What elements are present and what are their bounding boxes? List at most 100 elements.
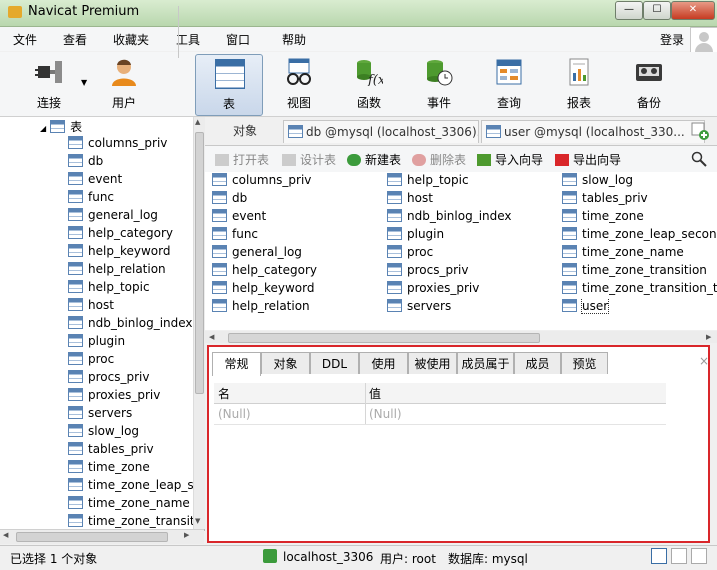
object-item[interactable]: func: [212, 227, 382, 245]
object-item[interactable]: procs_priv: [387, 263, 557, 281]
object-item[interactable]: help_keyword: [212, 281, 382, 299]
list-hscroll-thumb[interactable]: [228, 333, 540, 343]
info-grid-row[interactable]: (Null) (Null): [214, 404, 666, 425]
scroll-down-icon[interactable]: ▼: [195, 517, 200, 525]
scroll-up-icon[interactable]: ▲: [195, 118, 200, 126]
tree-item[interactable]: plugin: [68, 334, 196, 352]
design-table-button[interactable]: 设计表: [282, 151, 336, 168]
tab-db-table[interactable]: db @mysql (localhost_3306)...: [283, 120, 479, 143]
new-tab-icon[interactable]: [691, 122, 709, 140]
tab-objects[interactable]: 对象: [233, 120, 257, 142]
tree-item[interactable]: columns_priv: [68, 136, 196, 154]
info-tab-preview[interactable]: 预览: [561, 352, 608, 374]
tree-item[interactable]: proxies_priv: [68, 388, 196, 406]
minimize-button[interactable]: —: [615, 1, 643, 20]
tree-item[interactable]: help_topic: [68, 280, 196, 298]
backup-button[interactable]: 备份: [616, 54, 682, 114]
menu-favorites[interactable]: 收藏夹: [113, 31, 149, 48]
connect-button[interactable]: 连接: [16, 54, 82, 114]
report-button[interactable]: 报表: [546, 54, 612, 114]
object-item[interactable]: help_relation: [212, 299, 382, 317]
menu-window[interactable]: 窗口: [226, 31, 250, 48]
tree-item[interactable]: help_category: [68, 226, 196, 244]
delete-table-button[interactable]: 删除表: [412, 151, 466, 168]
tree-item[interactable]: proc: [68, 352, 196, 370]
tree-item[interactable]: func: [68, 190, 196, 208]
object-item[interactable]: time_zone_name: [562, 245, 717, 263]
menu-help[interactable]: 帮助: [282, 31, 306, 48]
scroll-left-icon[interactable]: ◀: [3, 531, 8, 539]
grid-column-divider[interactable]: [365, 383, 366, 424]
tree-hscroll-thumb[interactable]: [16, 532, 168, 542]
tree-item[interactable]: slow_log: [68, 424, 196, 442]
object-item[interactable]: proxies_priv: [387, 281, 557, 299]
info-tab-objects[interactable]: 对象: [261, 352, 310, 374]
object-item[interactable]: event: [212, 209, 382, 227]
object-item[interactable]: plugin: [387, 227, 557, 245]
open-table-button[interactable]: 打开表: [215, 151, 269, 168]
object-item[interactable]: help_topic: [387, 173, 557, 191]
object-item[interactable]: general_log: [212, 245, 382, 263]
user-button[interactable]: 用户: [91, 54, 157, 114]
info-tab-member-of[interactable]: 成员属于: [457, 352, 514, 374]
list-scroll-left-icon[interactable]: ◀: [209, 333, 214, 341]
tree-item[interactable]: help_relation: [68, 262, 196, 280]
tree-tables-node[interactable]: ◢ 表: [40, 118, 82, 136]
tree-item[interactable]: event: [68, 172, 196, 190]
info-close-icon[interactable]: ×: [699, 354, 709, 368]
menu-file[interactable]: 文件: [13, 31, 37, 48]
grid-view-icon[interactable]: [651, 548, 667, 564]
object-item[interactable]: columns_priv: [212, 173, 382, 191]
table-button[interactable]: 表: [195, 54, 263, 116]
avatar[interactable]: [690, 27, 717, 55]
close-button[interactable]: ✕: [671, 1, 715, 20]
object-item[interactable]: tables_priv: [562, 191, 717, 209]
object-item[interactable]: user: [562, 299, 717, 317]
search-icon[interactable]: [691, 151, 707, 167]
tree-item[interactable]: time_zone: [68, 460, 196, 478]
function-button[interactable]: f(x) 函数: [336, 54, 402, 114]
export-wizard-button[interactable]: 导出向导: [555, 151, 621, 168]
tree-item[interactable]: time_zone_name: [68, 496, 196, 514]
maximize-button[interactable]: ☐: [643, 1, 671, 20]
object-item[interactable]: db: [212, 191, 382, 209]
import-wizard-button[interactable]: 导入向导: [477, 151, 543, 168]
object-item[interactable]: time_zone: [562, 209, 717, 227]
tree-item[interactable]: tables_priv: [68, 442, 196, 460]
info-tab-ddl[interactable]: DDL: [310, 352, 359, 374]
tree-scroll-thumb[interactable]: [195, 132, 204, 394]
object-item[interactable]: time_zone_leap_second: [562, 227, 717, 245]
login-link[interactable]: 登录: [660, 31, 684, 48]
list-view-icon[interactable]: [671, 548, 687, 564]
detail-view-icon[interactable]: [691, 548, 707, 564]
tab-user-table[interactable]: user @mysql (localhost_330...: [481, 120, 705, 143]
menu-view[interactable]: 查看: [63, 31, 87, 48]
object-item[interactable]: proc: [387, 245, 557, 263]
query-button[interactable]: 查询: [476, 54, 542, 114]
info-tab-usage[interactable]: 使用: [359, 352, 408, 374]
object-item[interactable]: help_category: [212, 263, 382, 281]
tree-item[interactable]: host: [68, 298, 196, 316]
tree-item[interactable]: servers: [68, 406, 196, 424]
info-tab-used-by[interactable]: 被使用: [408, 352, 457, 374]
new-table-button[interactable]: 新建表: [347, 151, 401, 168]
tree-item[interactable]: ndb_binlog_index: [68, 316, 196, 334]
object-item[interactable]: ndb_binlog_index: [387, 209, 557, 227]
object-item[interactable]: time_zone_transition_typ: [562, 281, 717, 299]
event-button[interactable]: 事件: [406, 54, 472, 114]
menu-tools[interactable]: 工具: [176, 31, 200, 48]
list-scroll-right-icon[interactable]: ▶: [706, 333, 711, 341]
tree-item[interactable]: db: [68, 154, 196, 172]
tree-item[interactable]: help_keyword: [68, 244, 196, 262]
scroll-right-icon[interactable]: ▶: [184, 531, 189, 539]
info-tab-general[interactable]: 常规: [212, 352, 261, 376]
tree-item[interactable]: procs_priv: [68, 370, 196, 388]
object-item[interactable]: time_zone_transition: [562, 263, 717, 281]
object-item[interactable]: slow_log: [562, 173, 717, 191]
object-item[interactable]: servers: [387, 299, 557, 317]
tree-item[interactable]: general_log: [68, 208, 196, 226]
tree-item[interactable]: time_zone_leap_sec: [68, 478, 196, 496]
collapse-arrow-icon[interactable]: ◢: [40, 124, 46, 133]
connect-dropdown-icon[interactable]: ▼: [81, 78, 87, 87]
object-item[interactable]: host: [387, 191, 557, 209]
